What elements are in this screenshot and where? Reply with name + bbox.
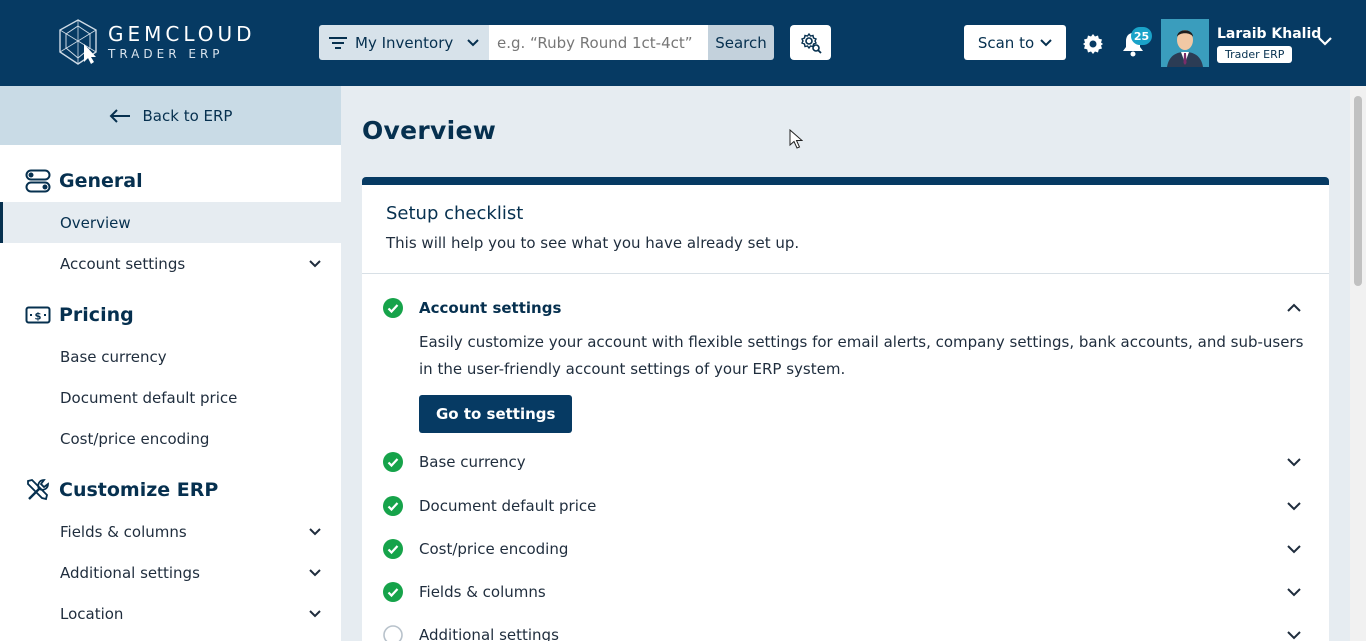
check-circle-icon — [383, 582, 403, 602]
sidebar-item-location[interactable]: Location — [0, 593, 341, 634]
notification-badge: 25 — [1131, 27, 1152, 45]
chevron-down-icon[interactable] — [1286, 457, 1302, 467]
sidebar-item-label: Fields & columns — [60, 522, 187, 541]
section-customize-erp-title: Customize ERP — [59, 479, 219, 501]
sidebar-item-account-settings[interactable]: Account settings — [0, 243, 341, 284]
checklist-item-label: Fields & columns — [419, 583, 546, 601]
section-general: General — [0, 166, 341, 196]
inventory-select[interactable]: My Inventory — [319, 25, 489, 60]
sidebar-item-label: Overview — [60, 213, 131, 232]
scrollbar-thumb[interactable] — [1354, 96, 1362, 286]
checklist-item-label: Document default price — [419, 497, 597, 515]
back-to-erp-label: Back to ERP — [142, 106, 233, 125]
gear-icon[interactable] — [1082, 33, 1104, 55]
filter-icon — [329, 36, 347, 49]
sidebar-item-document-default-price[interactable]: Document default price — [0, 377, 341, 418]
sidebar-item-fields-columns[interactable]: Fields & columns — [0, 511, 341, 552]
card-subtitle: This will help you to see what you have … — [386, 234, 800, 252]
logo[interactable]: GEMCLOUD TRADER ERP — [56, 16, 276, 68]
section-customize-erp: Customize ERP — [0, 475, 341, 505]
chevron-down-icon — [1040, 38, 1052, 46]
sidebar-item-label: Additional settings — [60, 563, 200, 582]
check-circle-icon — [383, 496, 403, 516]
sidebar: Back to ERP General Overview Account set… — [0, 86, 341, 641]
inventory-select-label: My Inventory — [355, 33, 454, 52]
checklist-item-cost-price-encoding[interactable]: Cost/price encoding — [362, 529, 1329, 569]
avatar[interactable] — [1161, 19, 1209, 67]
user-name: Laraib Khalid — [1217, 26, 1322, 42]
scan-to-label: Scan to — [977, 33, 1035, 52]
user-role-badge: Trader ERP — [1217, 46, 1293, 63]
search-group: My Inventory Search — [319, 25, 774, 60]
section-pricing: $ Pricing — [0, 300, 341, 330]
chevron-down-icon[interactable] — [1286, 544, 1302, 554]
go-to-settings-button[interactable]: Go to settings — [419, 395, 573, 433]
checklist-item-account-settings[interactable]: Account settings — [362, 288, 1329, 328]
search-button[interactable]: Search — [708, 25, 774, 60]
checklist-item-document-default-price[interactable]: Document default price — [362, 486, 1329, 526]
checklist-item-fields-columns[interactable]: Fields & columns — [362, 572, 1329, 612]
advanced-search-button[interactable] — [790, 25, 831, 60]
arrow-left-icon — [109, 108, 130, 123]
search-input[interactable] — [489, 25, 708, 60]
empty-circle-icon — [383, 625, 403, 641]
tools-icon — [27, 479, 49, 501]
checklist-item-label: Account settings — [419, 299, 562, 317]
checklist-item-label: Additional settings — [419, 626, 559, 641]
check-circle-icon — [383, 539, 403, 559]
sidebar-item-cost-price-encoding[interactable]: Cost/price encoding — [0, 418, 341, 459]
chevron-down-icon — [309, 568, 321, 576]
chevron-down-icon — [309, 259, 321, 267]
checklist-item-base-currency[interactable]: Base currency — [362, 442, 1329, 482]
user-avatar-icon — [1161, 19, 1209, 67]
page-title: Overview — [362, 116, 497, 145]
chevron-down-icon — [309, 527, 321, 535]
svg-text:$: $ — [35, 312, 42, 323]
checklist-item-description: Easily customize your account with flexi… — [419, 333, 1304, 378]
top-bar: GEMCLOUD TRADER ERP My Inventory Search — [0, 0, 1366, 86]
sidebar-item-label: Document default price — [60, 388, 238, 407]
logo-title: GEMCLOUD — [108, 22, 256, 46]
chevron-down-icon — [467, 38, 479, 46]
sidebar-item-label: Location — [60, 604, 124, 623]
chevron-down-icon — [309, 609, 321, 617]
gem-logo-icon — [59, 19, 97, 65]
page-scrollbar[interactable] — [1350, 86, 1366, 641]
toggles-icon — [25, 169, 51, 193]
money-icon: $ — [25, 306, 51, 324]
setup-checklist-card: Setup checklist This will help you to se… — [362, 177, 1329, 641]
settings-search-icon — [800, 32, 822, 54]
sidebar-item-additional-settings[interactable]: Additional settings — [0, 552, 341, 593]
chevron-down-icon[interactable] — [1286, 587, 1302, 597]
mouse-cursor-icon — [789, 129, 803, 149]
check-circle-icon — [383, 452, 403, 472]
sidebar-item-overview[interactable]: Overview — [0, 202, 341, 243]
chevron-up-icon[interactable] — [1286, 303, 1302, 313]
section-general-title: General — [59, 170, 143, 192]
section-pricing-title: Pricing — [59, 304, 134, 326]
card-title: Setup checklist — [386, 203, 524, 224]
sidebar-item-label: Cost/price encoding — [60, 429, 210, 448]
sidebar-item-base-currency[interactable]: Base currency — [0, 336, 341, 377]
checklist-item-label: Cost/price encoding — [419, 540, 569, 558]
logo-subtitle: TRADER ERP — [108, 47, 224, 61]
sidebar-item-label: Account settings — [60, 254, 186, 273]
chevron-down-icon[interactable] — [1317, 36, 1333, 46]
checklist-item-additional-settings[interactable]: Additional settings — [362, 615, 1329, 641]
back-to-erp-link[interactable]: Back to ERP — [0, 86, 341, 145]
scan-to-button[interactable]: Scan to — [964, 25, 1066, 60]
sidebar-item-label: Base currency — [60, 347, 167, 366]
chevron-down-icon[interactable] — [1286, 630, 1302, 640]
checklist-item-label: Base currency — [419, 453, 526, 471]
chevron-down-icon[interactable] — [1286, 501, 1302, 511]
check-circle-icon — [383, 298, 403, 318]
